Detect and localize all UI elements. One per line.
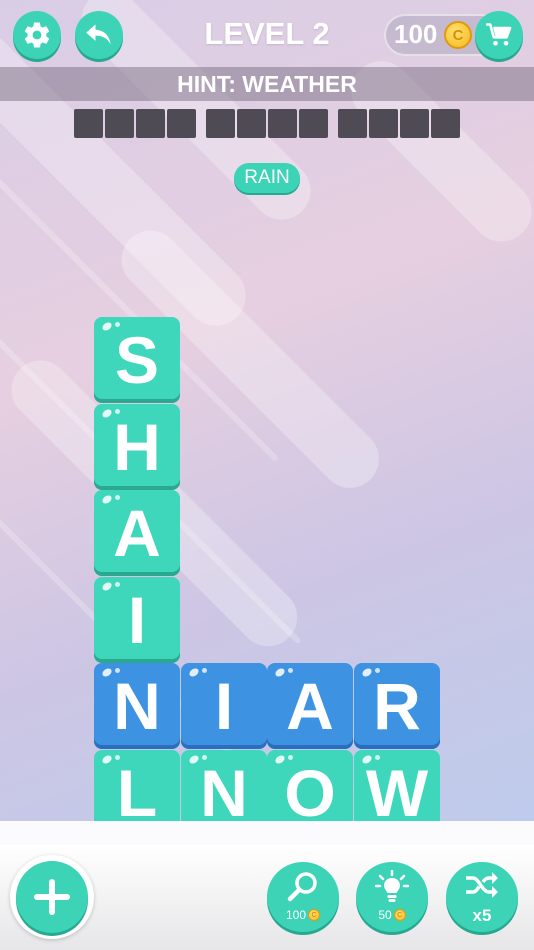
answer-slot — [338, 109, 367, 138]
answer-slots — [0, 109, 534, 139]
grid-floor — [0, 821, 534, 847]
tile-gloss — [202, 668, 207, 673]
tile-gloss — [115, 495, 120, 500]
tile-gloss — [115, 409, 120, 414]
tile-gloss — [100, 666, 114, 679]
lightbulb-icon — [375, 870, 409, 902]
answer-slot — [167, 109, 196, 138]
answer-slot — [369, 109, 398, 138]
coin-icon: C — [308, 909, 321, 921]
answer-slot — [299, 109, 328, 138]
tile-gloss — [360, 753, 374, 766]
hint-banner: HINT: WEATHER — [0, 67, 534, 101]
shuffle-icon — [466, 872, 498, 898]
letter-tile[interactable]: A — [94, 490, 180, 576]
plus-icon — [34, 879, 70, 915]
tile-gloss — [115, 322, 120, 327]
tile-gloss — [375, 668, 380, 673]
letter-tile[interactable]: A — [267, 663, 353, 749]
tile-gloss — [100, 320, 114, 333]
tile-gloss — [375, 755, 380, 760]
hint-powerup-button[interactable]: 50 C — [356, 862, 428, 932]
answer-slot — [105, 109, 134, 138]
answer-slot — [206, 109, 235, 138]
tile-gloss — [288, 668, 293, 673]
tile-gloss — [115, 582, 120, 587]
tile-gloss — [100, 407, 114, 420]
tile-gloss — [288, 755, 293, 760]
answer-slot — [136, 109, 165, 138]
tile-gloss — [202, 755, 207, 760]
answer-slot — [74, 109, 103, 138]
letter-tile[interactable]: R — [354, 663, 440, 749]
letter-tile[interactable]: N — [94, 663, 180, 749]
shuffle-powerup-button[interactable]: x5 — [446, 862, 518, 932]
coin-count: 100 — [394, 19, 438, 49]
letter-tile[interactable]: I — [181, 663, 267, 749]
tile-gloss — [360, 666, 374, 679]
tile-gloss — [187, 666, 201, 679]
shopping-cart-icon — [486, 23, 512, 46]
tile-gloss — [273, 666, 287, 679]
found-word-rain[interactable]: RAIN — [234, 163, 300, 193]
tile-gloss — [115, 668, 120, 673]
letter-tile[interactable]: I — [94, 577, 180, 663]
shuffle-count: x5 — [472, 906, 492, 925]
tile-gloss — [100, 493, 114, 506]
answer-slot — [400, 109, 429, 138]
tile-gloss — [115, 755, 120, 760]
hint-cost: 50 — [378, 908, 392, 922]
tile-gloss — [187, 753, 201, 766]
tile-gloss — [100, 580, 114, 593]
answer-slot — [237, 109, 266, 138]
answer-slot — [431, 109, 460, 138]
coin-icon: C — [393, 909, 406, 921]
magnifier-icon — [287, 872, 317, 902]
tile-gloss — [273, 753, 287, 766]
letter-tile[interactable]: S — [94, 317, 180, 403]
answer-slot — [268, 109, 297, 138]
add-button[interactable] — [16, 861, 88, 933]
magnifier-powerup-button[interactable]: 100 C — [267, 862, 339, 932]
letter-tile[interactable]: H — [94, 404, 180, 490]
magnifier-cost: 100 — [285, 908, 307, 922]
shop-button[interactable] — [475, 11, 523, 59]
coin-icon: C — [444, 21, 472, 49]
tile-gloss — [100, 753, 114, 766]
